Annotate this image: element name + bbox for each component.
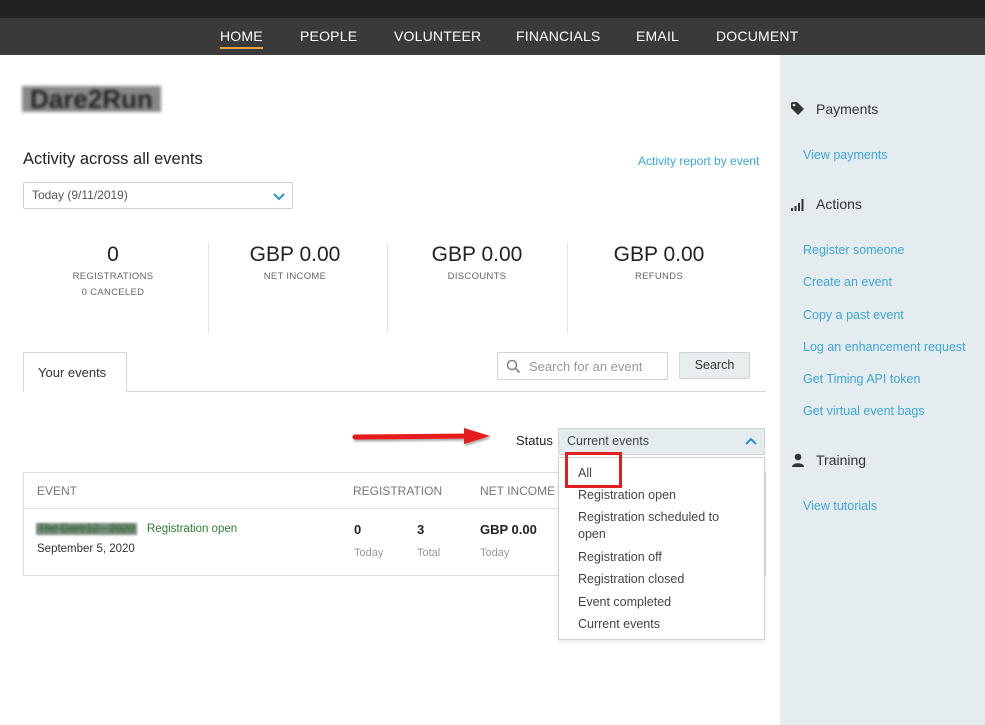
signal-bars-icon — [790, 196, 806, 212]
status-option-registration-closed[interactable]: Registration closed — [578, 571, 750, 588]
stat-value: GBP 0.00 — [431, 243, 523, 266]
stat-sub: 0 CANCELED — [81, 287, 145, 298]
stat-label: REFUNDS — [634, 271, 684, 282]
tag-icon — [790, 101, 806, 117]
registrations-total: 3 — [417, 522, 425, 537]
search-button[interactable]: Search — [679, 352, 750, 379]
status-option-registration-scheduled[interactable]: Registration scheduled to open — [578, 509, 750, 543]
search-placeholder: Search for an event — [529, 359, 643, 374]
column-header-event: EVENT — [37, 484, 78, 498]
sidebar-heading-label: Actions — [816, 196, 862, 212]
sidebar-heading-label: Training — [816, 452, 867, 468]
search-input[interactable]: Search for an event — [497, 352, 668, 380]
status-option-current-events[interactable]: Current events — [578, 616, 750, 633]
status-select[interactable]: Current events — [558, 428, 765, 455]
sidebar-heading-payments: Payments — [790, 101, 878, 117]
stat-label: NET INCOME — [263, 271, 327, 282]
stat-label: DISCOUNTS — [447, 271, 507, 282]
nav-email[interactable]: EMAIL — [636, 28, 679, 44]
column-header-net-income: NET INCOME — [480, 484, 556, 498]
column-header-registration: REGISTRATION — [353, 484, 443, 498]
sidebar-link-virtual-event-bags[interactable]: Get virtual event bags — [803, 404, 925, 418]
red-arrow-annotation — [352, 428, 490, 444]
stat-net-income: GBP 0.00 NET INCOME — [235, 243, 355, 282]
stat-value: GBP 0.00 — [613, 243, 705, 266]
status-option-registration-open[interactable]: Registration open — [578, 487, 750, 504]
event-date: September 5, 2020 — [37, 543, 135, 555]
nav-document[interactable]: DOCUMENT — [716, 28, 798, 44]
status-dropdown-menu: All Registration open Registration sched… — [558, 452, 765, 640]
nav-financials[interactable]: FINANCIALS — [516, 28, 600, 44]
divider — [208, 243, 209, 333]
chevron-down-icon — [273, 193, 285, 201]
status-option-all[interactable]: All — [578, 465, 750, 482]
divider — [567, 243, 568, 333]
chevron-up-icon — [745, 437, 757, 445]
stat-registrations: 0 REGISTRATIONS 0 CANCELED — [53, 243, 173, 298]
stat-label: REGISTRATIONS — [72, 271, 154, 282]
search-icon — [506, 359, 521, 374]
sidebar-link-view-payments[interactable]: View payments — [803, 148, 888, 162]
sidebar-link-timing-api-token[interactable]: Get Timing API token — [803, 372, 920, 386]
user-icon — [790, 452, 806, 468]
status-label: Status — [516, 433, 553, 448]
sidebar-link-register-someone[interactable]: Register someone — [803, 243, 904, 257]
sidebar-link-log-enhancement[interactable]: Log an enhancement request — [803, 340, 966, 354]
stat-value: 0 — [107, 243, 119, 266]
activity-title: Activity across all events — [23, 150, 203, 168]
tab-your-events[interactable]: Your events — [23, 352, 127, 392]
stat-discounts: GBP 0.00 DISCOUNTS — [417, 243, 537, 282]
sidebar-heading-label: Payments — [816, 101, 879, 117]
net-income-today-label: Today — [480, 547, 510, 559]
status-option-registration-off[interactable]: Registration off — [578, 549, 750, 566]
registrations-today-label: Today — [354, 547, 384, 559]
top-strip — [0, 0, 985, 18]
nav-volunteer[interactable]: VOLUNTEER — [394, 28, 481, 44]
main-nav: HOME PEOPLE VOLUNTEER FINANCIALS EMAIL D… — [0, 18, 985, 55]
nav-home[interactable]: HOME — [220, 28, 263, 49]
event-status: Registration open — [147, 523, 238, 535]
registrations-today: 0 — [354, 522, 362, 537]
status-selected-value: Current events — [567, 434, 649, 448]
right-sidebar: Payments View payments Actions Register … — [780, 55, 985, 725]
tab-underline — [23, 391, 766, 392]
activity-report-link[interactable]: Activity report by event — [638, 154, 759, 168]
event-name-link[interactable]: The Dare12 - 2020 — [36, 523, 137, 535]
divider — [387, 243, 388, 333]
sidebar-heading-actions: Actions — [790, 196, 862, 212]
date-range-value: Today (9/11/2019) — [32, 188, 128, 202]
sidebar-heading-training: Training — [790, 452, 866, 468]
nav-people[interactable]: PEOPLE — [300, 28, 357, 44]
registrations-total-label: Total — [417, 547, 441, 559]
organization-name: Dare2Run — [22, 86, 161, 112]
net-income-today: GBP 0.00 — [480, 522, 537, 537]
stat-value: GBP 0.00 — [249, 243, 341, 266]
stat-refunds: GBP 0.00 REFUNDS — [599, 243, 719, 282]
sidebar-link-copy-past-event[interactable]: Copy a past event — [803, 308, 904, 322]
sidebar-link-view-tutorials[interactable]: View tutorials — [803, 499, 877, 513]
date-range-select[interactable]: Today (9/11/2019) — [23, 182, 293, 209]
status-option-event-completed[interactable]: Event completed — [578, 594, 750, 611]
sidebar-link-create-event[interactable]: Create an event — [803, 275, 892, 289]
